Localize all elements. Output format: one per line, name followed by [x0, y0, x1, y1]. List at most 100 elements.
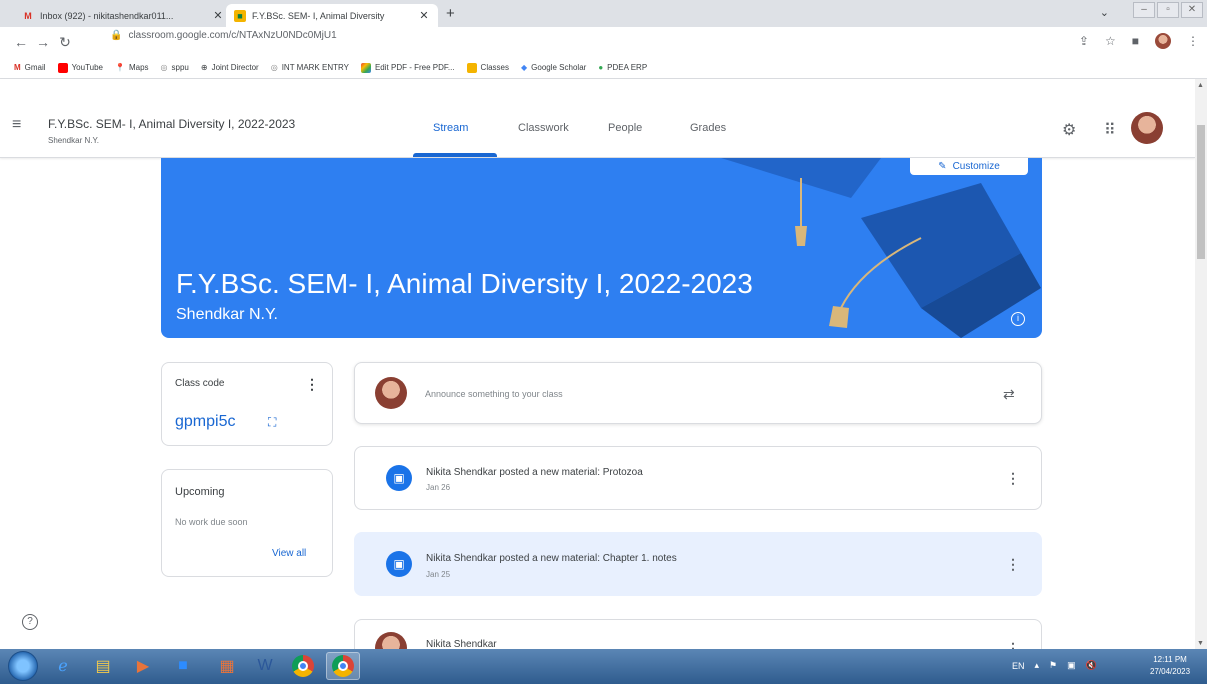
bookmark-classes[interactable]: Classes: [466, 62, 509, 73]
chrome-icon[interactable]: [326, 652, 360, 680]
class-banner: [161, 158, 1042, 338]
internet-explorer-icon[interactable]: ℯ: [46, 652, 80, 680]
minimize-icon[interactable]: –: [1133, 2, 1155, 18]
scrollbar-thumb[interactable]: [1197, 125, 1205, 259]
sppu-icon: ◎: [160, 63, 168, 72]
upcoming-label: Upcoming: [175, 486, 225, 498]
tab-gmail-inbox[interactable]: M Inbox (922) - nikitashendkar011... ✕: [14, 4, 232, 27]
class-title[interactable]: F.Y.BSc. SEM- I, Animal Diversity I, 202…: [48, 117, 295, 131]
start-button[interactable]: [8, 651, 38, 681]
avatar: [375, 377, 407, 409]
gmail-icon: M: [14, 63, 21, 72]
reload-icon[interactable]: ↻: [54, 34, 76, 51]
main-menu-icon[interactable]: ≡: [12, 116, 21, 134]
bookmark-pdea-erp[interactable]: ● PDEA ERP: [598, 63, 647, 72]
info-icon[interactable]: i: [1011, 312, 1025, 326]
scroll-up-icon[interactable]: ▲: [1197, 82, 1204, 89]
bookmark-maps[interactable]: 📍 Maps: [115, 63, 149, 72]
material-icon: ▣: [386, 465, 412, 491]
scroll-down-icon[interactable]: ▼: [1197, 640, 1204, 647]
settings-icon[interactable]: ⚙: [1062, 120, 1076, 140]
pencil-icon: ✎: [938, 161, 947, 172]
bookmark-google-scholar[interactable]: ◆ Google Scholar: [521, 63, 586, 72]
new-tab-icon[interactable]: +: [446, 5, 455, 22]
upcoming-empty-text: No work due soon: [175, 517, 248, 527]
tab-people[interactable]: People: [608, 122, 642, 134]
sidepanel-icon[interactable]: ■: [1132, 34, 1139, 48]
announce-placeholder[interactable]: Announce something to your class: [425, 389, 563, 399]
post-title[interactable]: Nikita Shendkar posted a new material: P…: [426, 467, 643, 478]
classroom-icon: ■: [234, 9, 246, 22]
gmail-icon: M: [24, 10, 32, 21]
post-date: Jan 25: [426, 570, 451, 579]
tab-search-icon[interactable]: ⌄: [1100, 6, 1109, 19]
repost-icon[interactable]: ⇄: [1003, 386, 1015, 403]
bookmark-sppu[interactable]: ◎ sppu: [161, 63, 189, 72]
close-window-icon[interactable]: ✕: [1181, 2, 1203, 18]
file-explorer-icon[interactable]: ▤: [86, 652, 120, 680]
tab-classroom[interactable]: ■ F.Y.BSc. SEM- I, Animal Diversity ✕: [226, 4, 438, 27]
maximize-icon[interactable]: ▫: [1157, 2, 1179, 18]
language-indicator[interactable]: EN: [1012, 661, 1025, 671]
flag-icon[interactable]: ⚑: [1049, 660, 1057, 671]
post-more-icon[interactable]: ⋮: [1006, 556, 1020, 573]
material-icon: ▣: [386, 551, 412, 577]
share-icon[interactable]: ⇪: [1079, 34, 1089, 48]
lock-icon: 🔒: [110, 30, 123, 41]
tab-title: Inbox (922) - nikitashendkar011...: [40, 10, 174, 21]
stream-post[interactable]: [354, 446, 1042, 510]
tab-stream[interactable]: Stream: [433, 122, 468, 134]
bookmarks-bar: M Gmail YouTube 📍 Maps ◎ sppu ⊕ Joint Direct…: [0, 57, 1207, 79]
word-icon[interactable]: W: [248, 652, 282, 680]
bookmark-star-icon[interactable]: ☆: [1105, 34, 1116, 48]
browser-menu-icon[interactable]: ⋮: [1187, 34, 1199, 48]
system-tray: EN ▴ ⚑ ▣ 🔇: [1012, 660, 1097, 671]
bookmark-int-mark-entry[interactable]: ◎ INT MARK ENTRY: [271, 63, 349, 72]
close-tab-icon[interactable]: ✕: [418, 9, 430, 22]
url-text: classroom.google.com/c/NTAxNzU0NDc0MjU1: [128, 30, 337, 41]
help-icon[interactable]: ?: [22, 614, 38, 630]
scholar-icon: ◆: [521, 63, 528, 72]
fullscreen-icon[interactable]: ⛶: [268, 415, 276, 430]
system-clock[interactable]: 12:11 PM 27/04/2023: [1150, 654, 1190, 678]
tab-classwork[interactable]: Classwork: [518, 122, 569, 134]
bookmark-edit-pdf[interactable]: Edit PDF - Free PDF...: [360, 62, 455, 73]
account-avatar[interactable]: [1131, 112, 1163, 144]
profile-avatar[interactable]: [1155, 33, 1171, 49]
chrome-icon[interactable]: [286, 652, 320, 680]
close-tab-icon[interactable]: ✕: [212, 9, 224, 22]
zoom-icon[interactable]: ■: [166, 652, 200, 680]
sppu-icon: ◎: [270, 63, 278, 72]
more-options-icon[interactable]: ⋮: [305, 376, 319, 393]
maps-icon: 📍: [115, 63, 125, 72]
tray-arrow-icon[interactable]: ▴: [1035, 660, 1040, 671]
active-tab-indicator: [413, 153, 497, 157]
pdf-icon: [360, 62, 371, 73]
forward-icon[interactable]: →: [32, 34, 54, 50]
graduation-illustration: [721, 158, 1041, 338]
bookmark-gmail[interactable]: M Gmail: [14, 63, 46, 72]
tab-grades[interactable]: Grades: [690, 122, 726, 134]
view-all-link[interactable]: View all: [272, 548, 306, 559]
window-controls: – ▫ ✕: [1133, 2, 1203, 18]
apps-grid-icon[interactable]: ⠿: [1104, 120, 1116, 140]
media-player-icon[interactable]: ▶: [126, 652, 160, 680]
banner-subtitle: Shendkar N.Y.: [176, 306, 278, 323]
presentation-icon[interactable]: ▦: [210, 652, 244, 680]
volume-icon[interactable]: 🔇: [1086, 660, 1097, 671]
network-icon[interactable]: ▣: [1067, 660, 1076, 671]
youtube-icon: [57, 62, 68, 73]
post-more-icon[interactable]: ⋮: [1006, 470, 1020, 487]
post-title[interactable]: Nikita Shendkar posted a new material: C…: [426, 553, 677, 564]
bookmark-joint-director[interactable]: ⊕ Joint Director: [201, 63, 259, 72]
classroom-icon: [466, 62, 477, 73]
bookmark-youtube[interactable]: YouTube: [57, 62, 103, 73]
class-teacher: Shendkar N.Y.: [48, 136, 99, 145]
back-icon[interactable]: ←: [10, 34, 32, 50]
class-code-value: gpmpi5c: [175, 413, 236, 430]
omnibox[interactable]: 🔒 classroom.google.com/c/NTAxNzU0NDc0MjU…: [110, 30, 337, 41]
class-code-label: Class code: [175, 378, 225, 389]
globe-icon: ⊕: [200, 63, 208, 72]
stream-post[interactable]: [354, 532, 1042, 596]
customize-button[interactable]: ✎ Customize: [910, 158, 1028, 175]
